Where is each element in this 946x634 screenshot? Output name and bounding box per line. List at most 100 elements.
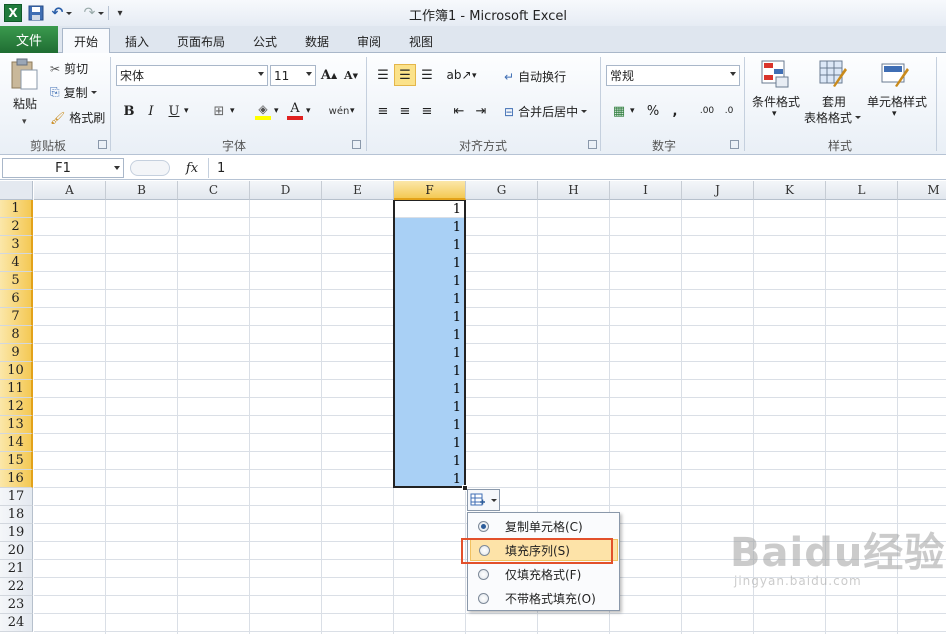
- radio-fill-without-formatting[interactable]: [478, 592, 489, 604]
- italic-button[interactable]: I: [140, 100, 162, 122]
- tab-view[interactable]: 视图: [398, 29, 444, 53]
- copy-button[interactable]: ⎘ 复制: [50, 84, 97, 101]
- tab-data[interactable]: 数据: [294, 29, 340, 53]
- font-color-dropdown-icon[interactable]: ▾: [306, 106, 311, 116]
- row-header-9[interactable]: 9: [0, 344, 33, 362]
- column-header-h[interactable]: H: [538, 181, 610, 200]
- number-format-combo[interactable]: 常规: [606, 65, 740, 86]
- phonetic-dropdown-icon[interactable]: ▾: [350, 106, 355, 116]
- row-header-11[interactable]: 11: [0, 380, 33, 398]
- row-header-8[interactable]: 8: [0, 326, 33, 344]
- tab-page-layout[interactable]: 页面布局: [166, 29, 236, 53]
- underline-button[interactable]: U: [163, 100, 185, 122]
- fill-color-icon[interactable]: ◈: [252, 100, 274, 122]
- conditional-dropdown-icon[interactable]: ▾: [772, 109, 777, 119]
- cell-styles-dropdown-icon[interactable]: ▾: [892, 109, 897, 119]
- font-name-combo[interactable]: 宋体: [116, 65, 268, 86]
- grow-font-icon[interactable]: A ▲: [318, 64, 340, 86]
- column-header-k[interactable]: K: [754, 181, 826, 200]
- tab-file[interactable]: 文件: [0, 26, 58, 53]
- column-header-d[interactable]: D: [250, 181, 322, 200]
- bold-button[interactable]: B: [118, 100, 140, 122]
- row-header-19[interactable]: 19: [0, 524, 33, 542]
- row-header-6[interactable]: 6: [0, 290, 33, 308]
- phonetic-guide-icon[interactable]: wén: [328, 100, 350, 122]
- column-header-i[interactable]: I: [610, 181, 682, 200]
- row-header-10[interactable]: 10: [0, 362, 33, 380]
- shrink-font-icon[interactable]: A ▼: [340, 64, 362, 86]
- row-header-23[interactable]: 23: [0, 596, 33, 614]
- comma-style-button[interactable]: ,: [664, 100, 686, 122]
- cell-styles-button[interactable]: 单元格样式: [866, 93, 928, 110]
- orientation-dropdown-icon[interactable]: ▾: [472, 71, 477, 81]
- merge-dropdown-icon[interactable]: [581, 110, 588, 113]
- font-size-combo[interactable]: 11: [270, 65, 316, 86]
- row-header-22[interactable]: 22: [0, 578, 33, 596]
- tab-review[interactable]: 审阅: [346, 29, 392, 53]
- row-header-20[interactable]: 20: [0, 542, 33, 560]
- radio-copy-cells[interactable]: [478, 520, 489, 532]
- border-icon[interactable]: ⊞: [208, 100, 230, 122]
- column-header-j[interactable]: J: [682, 181, 754, 200]
- row-header-2[interactable]: 2: [0, 218, 33, 236]
- option-fill-without-formatting[interactable]: 不带格式填充(O): [470, 587, 618, 609]
- underline-dropdown-icon[interactable]: ▾: [184, 106, 189, 116]
- cell-styles-icon[interactable]: [880, 59, 910, 89]
- row-header-4[interactable]: 4: [0, 254, 33, 272]
- align-left-icon[interactable]: ≡: [372, 100, 394, 122]
- increase-decimal-icon[interactable]: .00: [696, 100, 718, 122]
- paste-icon[interactable]: [8, 57, 40, 91]
- cut-button[interactable]: ✂ 剪切: [50, 60, 88, 77]
- name-box[interactable]: F1: [2, 158, 124, 178]
- wrap-text-button[interactable]: ↵ 自动换行: [504, 68, 566, 85]
- row-header-7[interactable]: 7: [0, 308, 33, 326]
- select-all-corner[interactable]: [0, 181, 33, 200]
- align-center-icon[interactable]: ≡: [394, 100, 416, 122]
- row-header-18[interactable]: 18: [0, 506, 33, 524]
- accounting-dropdown-icon[interactable]: ▾: [630, 106, 635, 116]
- format-as-table-icon[interactable]: [818, 59, 848, 89]
- column-header-c[interactable]: C: [178, 181, 250, 200]
- radio-fill-formatting-only[interactable]: [478, 568, 489, 580]
- format-as-table-line1[interactable]: 套用: [820, 93, 848, 110]
- row-header-24[interactable]: 24: [0, 614, 33, 632]
- column-header-b[interactable]: B: [106, 181, 178, 200]
- column-header-g[interactable]: G: [466, 181, 538, 200]
- accounting-format-icon[interactable]: ▦: [608, 100, 630, 122]
- decrease-decimal-icon[interactable]: .0: [718, 100, 740, 122]
- orientation-icon[interactable]: ab↗: [446, 64, 471, 86]
- paste-button[interactable]: 粘贴: [10, 95, 40, 112]
- copy-dropdown-icon[interactable]: [90, 91, 97, 94]
- tab-insert[interactable]: 插入: [114, 29, 160, 53]
- row-header-15[interactable]: 15: [0, 452, 33, 470]
- font-launcher-icon[interactable]: [352, 140, 361, 149]
- format-painter-button[interactable]: 🖌 格式刷: [50, 109, 105, 126]
- row-header-14[interactable]: 14: [0, 434, 33, 452]
- row-header-17[interactable]: 17: [0, 488, 33, 506]
- column-header-m[interactable]: M: [898, 181, 946, 200]
- column-header-a[interactable]: A: [34, 181, 106, 200]
- tab-formulas[interactable]: 公式: [242, 29, 288, 53]
- formula-bar-splitter[interactable]: [130, 160, 170, 176]
- merge-center-button[interactable]: ⊟ 合并后居中: [504, 103, 588, 120]
- fill-color-dropdown-icon[interactable]: ▾: [274, 106, 279, 116]
- align-right-icon[interactable]: ≡: [416, 100, 438, 122]
- percent-style-button[interactable]: %: [642, 100, 664, 122]
- conditional-formatting-icon[interactable]: [760, 59, 790, 89]
- border-dropdown-icon[interactable]: ▾: [230, 106, 235, 116]
- row-header-1[interactable]: 1: [0, 200, 33, 218]
- align-middle-icon[interactable]: ☰: [394, 64, 416, 86]
- option-copy-cells[interactable]: 复制单元格(C): [470, 515, 618, 537]
- alignment-launcher-icon[interactable]: [588, 140, 597, 149]
- row-header-16[interactable]: 16: [0, 470, 33, 488]
- row-header-12[interactable]: 12: [0, 398, 33, 416]
- paste-dropdown-icon[interactable]: ▾: [22, 117, 27, 127]
- column-header-e[interactable]: E: [322, 181, 394, 200]
- font-color-icon[interactable]: A: [284, 100, 306, 122]
- clipboard-launcher-icon[interactable]: [98, 140, 107, 149]
- conditional-formatting-button[interactable]: 条件格式: [750, 93, 802, 110]
- tab-home[interactable]: 开始: [62, 28, 110, 53]
- option-fill-formatting-only[interactable]: 仅填充格式(F): [470, 563, 618, 585]
- number-launcher-icon[interactable]: [730, 140, 739, 149]
- auto-fill-options-button[interactable]: [467, 489, 500, 511]
